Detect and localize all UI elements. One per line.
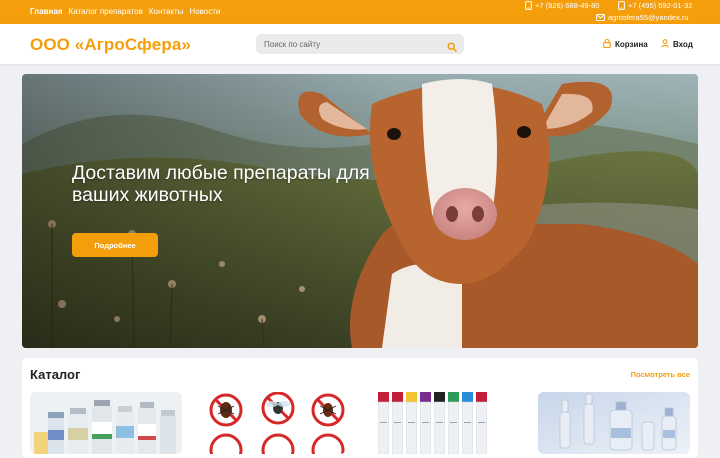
search-input[interactable] (256, 34, 436, 54)
hero-more-button[interactable]: Подробнее (72, 233, 158, 257)
catalog-card-medicines[interactable] (30, 392, 182, 454)
cart-button[interactable]: Корзина (603, 38, 648, 50)
top-bar: Главная Каталог препаратов Контакты Ново… (0, 0, 720, 24)
hero-title: Доставим любые препараты для ваших живот… (72, 162, 370, 206)
login-button[interactable]: Вход (661, 39, 693, 50)
cart-label: Корзина (615, 40, 648, 49)
email-contact[interactable]: agrosfera55@yandex.ru (596, 13, 689, 22)
catalog-card-insecticides[interactable] (194, 392, 346, 454)
ampoules-image (538, 392, 690, 454)
pest-control-image (194, 392, 346, 454)
user-icon (661, 39, 669, 50)
phone-contact-1[interactable]: +7 (926) 688-49-80 (525, 1, 599, 10)
catalog-title: Каталог (30, 367, 81, 382)
email-address: agrosfera55@yandex.ru (608, 13, 689, 22)
phone-icon (618, 1, 625, 10)
nav-home-link[interactable]: Главная (30, 7, 63, 16)
search-box (256, 34, 464, 54)
hero-banner: Доставим любые препараты для ваших живот… (22, 74, 698, 348)
test-tubes-image (358, 392, 510, 454)
phone-contact-2[interactable]: +7 (495) 592-01-32 (618, 1, 692, 10)
site-logo[interactable]: ООО «АгроСфера» (30, 35, 191, 55)
medicine-bottles-image (30, 392, 182, 454)
login-label: Вход (673, 40, 693, 49)
see-all-link[interactable]: Посмотреть все (631, 370, 690, 379)
nav-catalog-link[interactable]: Каталог препаратов (69, 7, 143, 16)
site-header: ООО «АгроСфера» Корзина Вход (0, 24, 720, 64)
phone-icon (525, 1, 532, 10)
catalog-section: Каталог Посмотреть все (22, 358, 698, 458)
catalog-card-ampoules[interactable] (538, 392, 690, 454)
search-icon[interactable] (447, 39, 457, 57)
mail-icon (596, 14, 605, 21)
nav-news-link[interactable]: Новости (189, 7, 220, 16)
catalog-card-test-tubes[interactable] (358, 392, 510, 454)
lock-icon (603, 38, 611, 50)
phone-number: +7 (495) 592-01-32 (628, 1, 693, 10)
nav-contacts-link[interactable]: Контакты (149, 7, 184, 16)
top-nav: Главная Каталог препаратов Контакты Ново… (30, 7, 220, 16)
hero-cow-image (22, 74, 698, 348)
phone-number: +7 (926) 688-49-80 (535, 1, 600, 10)
